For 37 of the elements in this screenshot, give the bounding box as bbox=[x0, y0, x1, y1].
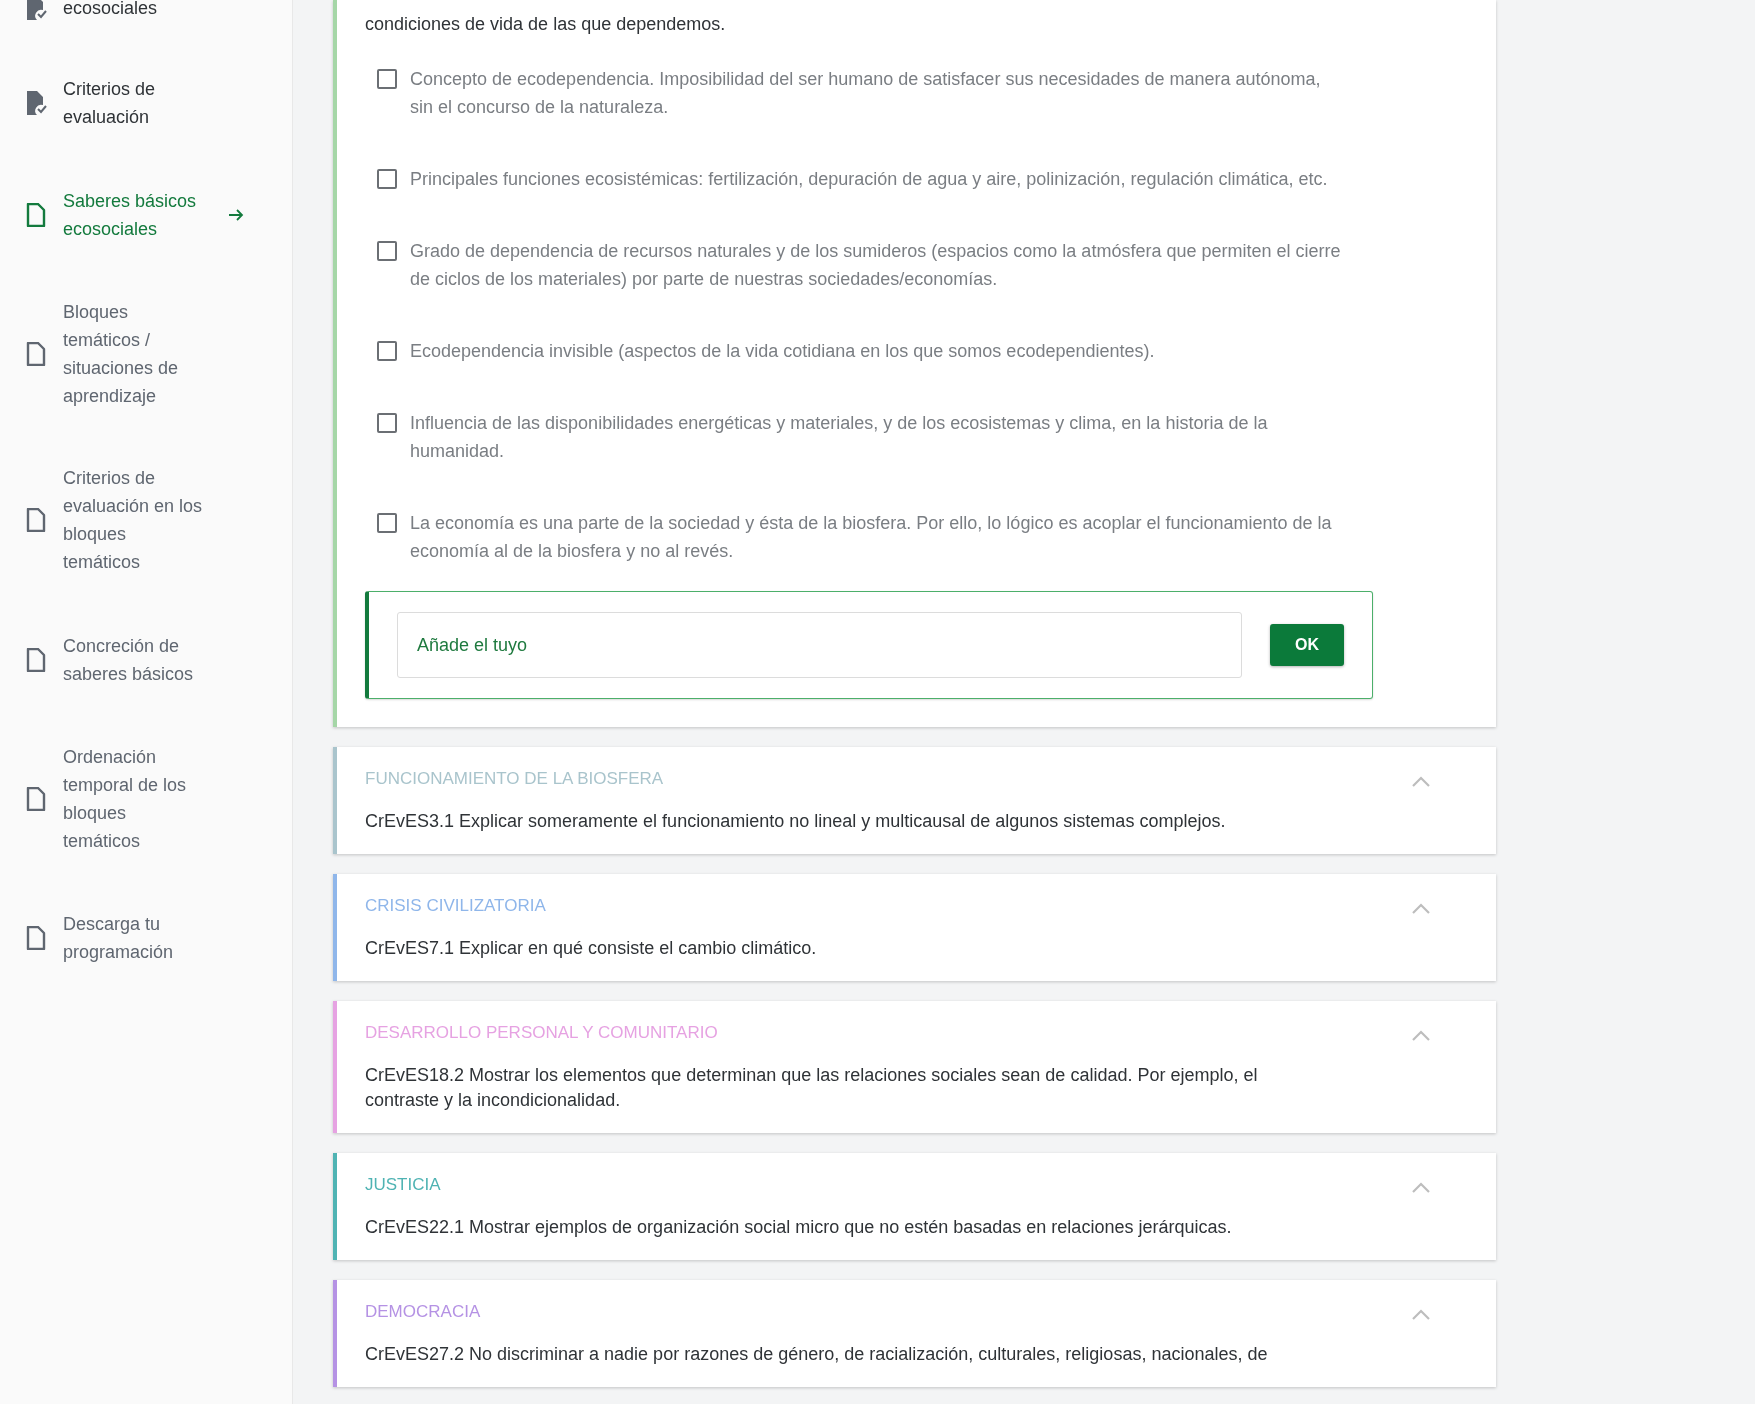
document-icon bbox=[26, 508, 46, 532]
checkbox[interactable] bbox=[377, 69, 397, 89]
checkbox[interactable] bbox=[377, 513, 397, 533]
sidebar-link[interactable]: Criterios de evaluación bbox=[63, 75, 203, 131]
checkbox-label: Principales funciones ecosistémicas: fertilización, depuración de agua y aire, polinización, regulación climática, etc. bbox=[410, 168, 1329, 191]
checkbox-label: Influencia de las disponibilidades energéticas y materiales, y de los ecosistemas y clima, en la historia de la humanidad. bbox=[410, 412, 1269, 463]
document-icon bbox=[26, 203, 46, 227]
checkbox[interactable] bbox=[377, 341, 397, 361]
checkbox-label: Ecodependencia invisible (aspectos de la vida cotidiana en los que somos ecodependientes). bbox=[410, 340, 1156, 363]
sidebar-link[interactable]: Ordenación temporal de los bloques temáticos bbox=[63, 743, 203, 855]
criterion-text: CrEvES7.1 Explicar en qué consiste el cambio climático. bbox=[365, 937, 818, 960]
criterion-text: CrEvES3.1 Explicar someramente el funcionamiento no lineal y multicausal de algunos sistemas complejos. bbox=[365, 810, 1227, 833]
sidebar-link[interactable]: Saberes básicos ecosociales bbox=[63, 187, 203, 243]
checkbox-label: Grado de dependencia de recursos naturales y de los sumideros (espacios como la atmósfera que permiten el cierre de ciclos de los materiales) por parte de nuestras sociedades/economías. bbox=[410, 240, 1342, 291]
criterion-text: CrEvES22.1 Mostrar ejemplos de organización social micro que no estén basadas en relaciones jerárquicas. bbox=[365, 1216, 1233, 1239]
criterion-text: CrEvES18.2 Mostrar los elementos que determinan que las relaciones sociales sean de calidad. Por ejemplo, el contraste y la incondicionalidad. bbox=[365, 1064, 1259, 1112]
criterion-text: CrEvES27.2 No discriminar a nadie por razones de género, de racialización, culturales, religiosas, nacionales, de bbox=[365, 1343, 1269, 1366]
criterion-text: condiciones de vida de las que dependemos. bbox=[365, 13, 727, 36]
sidebar-link[interactable]: ecosociales bbox=[63, 0, 203, 22]
checkbox[interactable] bbox=[377, 241, 397, 261]
document-icon bbox=[26, 787, 46, 811]
document-check-icon bbox=[25, 91, 47, 115]
ok-button[interactable]: OK bbox=[1270, 624, 1344, 666]
document-check-icon bbox=[25, 0, 47, 20]
checkbox[interactable] bbox=[377, 413, 397, 433]
sidebar-link[interactable]: Descarga tu programación bbox=[63, 910, 203, 966]
sidebar-link[interactable]: Bloques temáticos / situaciones de aprendizaje bbox=[63, 298, 203, 410]
sidebar-link[interactable]: Concreción de saberes básicos bbox=[63, 632, 203, 688]
checkbox[interactable] bbox=[377, 169, 397, 189]
sidebar-link[interactable]: Criterios de evaluación en los bloques temáticos bbox=[63, 464, 203, 576]
add-item-field[interactable]: Añade el tuyo bbox=[397, 612, 1242, 678]
arrow-right-icon bbox=[228, 208, 244, 222]
checkbox-label: Concepto de ecodependencia. Imposibilidad del ser humano de satisfacer sus necesidades de manera autónoma, sin el concurso de la naturaleza. bbox=[410, 68, 1322, 119]
document-icon bbox=[26, 648, 46, 672]
checkbox-label: La economía es una parte de la sociedad y ésta de la biosfera. Por ello, lo lógico es acoplar el funcionamiento de la economía al de la biosfera y no al revés. bbox=[410, 512, 1333, 563]
document-icon bbox=[26, 926, 46, 950]
document-icon bbox=[26, 342, 46, 366]
